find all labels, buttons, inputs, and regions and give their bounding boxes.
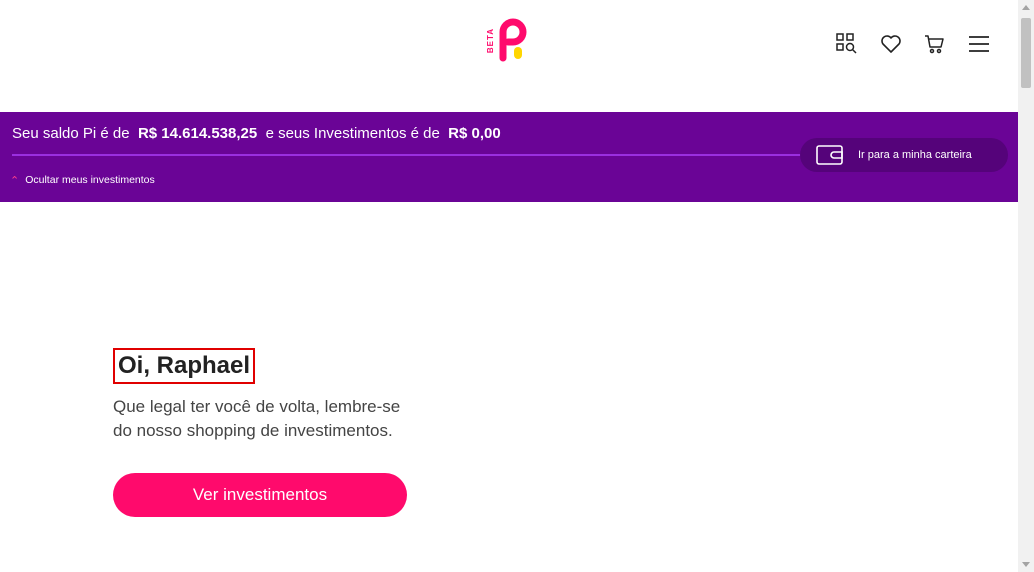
- greeting-subtitle: Que legal ter você de volta, lembre-se d…: [113, 397, 401, 440]
- search-products-icon[interactable]: [835, 32, 859, 56]
- scroll-down-icon[interactable]: [1022, 562, 1030, 567]
- hide-investments-label: Ocultar meus investimentos: [25, 173, 155, 186]
- heart-icon[interactable]: [879, 32, 903, 56]
- wallet-button-label: Ir para a minha carteira: [858, 149, 972, 161]
- cart-icon[interactable]: [923, 32, 947, 56]
- chevron-up-icon: ⌃: [10, 175, 20, 187]
- scrollbar-thumb[interactable]: [1021, 18, 1031, 88]
- balance-summary: Seu saldo Pi é de R$ 14.614.538,25 e seu…: [12, 125, 501, 142]
- balance-bar: Seu saldo Pi é de R$ 14.614.538,25 e seu…: [0, 112, 1018, 202]
- greeting-heading: Oi, Raphael: [113, 348, 256, 384]
- go-to-wallet-button[interactable]: Ir para a minha carteira: [800, 138, 1008, 172]
- hide-investments-link[interactable]: ⌃ Ocultar meus investimentos: [10, 173, 155, 188]
- beta-badge: BETA: [486, 27, 496, 54]
- menu-icon[interactable]: [967, 32, 991, 56]
- investments-amount: R$ 0,00: [448, 125, 501, 142]
- balance-prefix: Seu saldo Pi é de: [12, 125, 130, 142]
- wallet-icon: [816, 145, 843, 165]
- pi-logo[interactable]: BETA: [486, 18, 530, 64]
- see-investments-button[interactable]: Ver investimentos: [113, 473, 407, 517]
- site-header: BETA: [0, 0, 1018, 112]
- pi-balance-amount: R$ 14.614.538,25: [137, 125, 258, 142]
- balance-middle-text: e seus Investimentos é de: [265, 125, 440, 142]
- balance-divider: [12, 154, 802, 156]
- scroll-up-icon[interactable]: [1022, 5, 1030, 10]
- vertical-scrollbar[interactable]: [1018, 0, 1034, 572]
